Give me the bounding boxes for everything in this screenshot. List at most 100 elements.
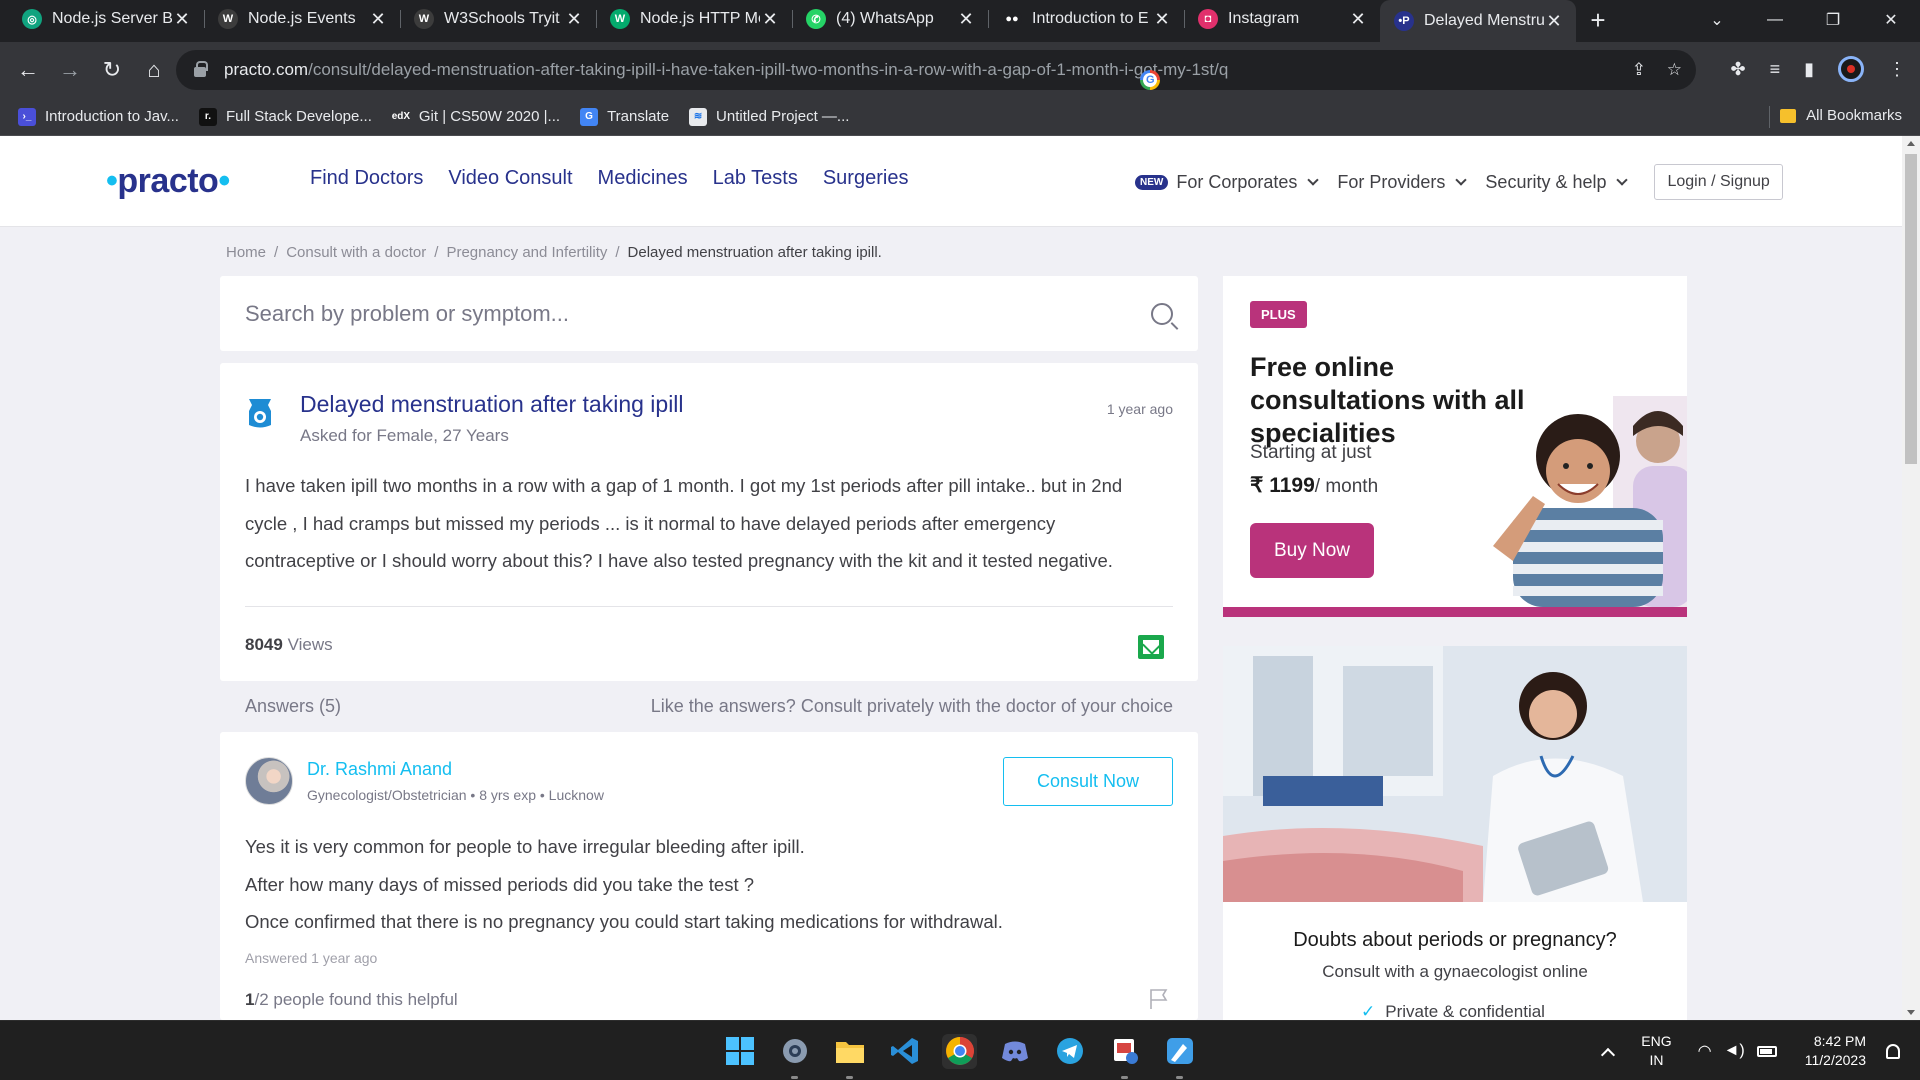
bookmark-label: Untitled Project —... — [716, 108, 850, 125]
bookmark-favicon-icon: edX — [392, 107, 410, 126]
browser-tab[interactable]: ◎ Node.js Server Bl ✕ — [8, 0, 204, 38]
scroll-down-icon[interactable] — [1907, 1010, 1915, 1015]
restore-button[interactable]: ❐ — [1804, 10, 1862, 30]
snipping-tool-icon[interactable] — [1107, 1034, 1142, 1079]
bookmark-item[interactable]: G Translate — [580, 107, 669, 126]
close-tab-icon[interactable]: ✕ — [1152, 9, 1172, 30]
lock-icon[interactable] — [194, 61, 208, 77]
menu-icon[interactable]: ⋮ — [1888, 59, 1906, 80]
nav-surgeries[interactable]: Surgeries — [823, 167, 909, 190]
bookmark-item[interactable]: r. Full Stack Develope... — [198, 107, 372, 126]
nav-security-help[interactable]: Security & help — [1485, 172, 1629, 193]
reload-icon[interactable]: ↻ — [92, 57, 132, 83]
nav-find-doctors[interactable]: Find Doctors — [310, 167, 423, 190]
forward-icon[interactable]: → — [50, 57, 90, 83]
quick-settings[interactable]: ◠ ◄) — [1698, 1041, 1777, 1061]
profile-avatar[interactable] — [1838, 56, 1864, 82]
close-tab-icon[interactable]: ✕ — [1348, 9, 1368, 30]
report-flag-icon[interactable] — [1148, 988, 1170, 1010]
address-bar[interactable]: practo.com/consult/delayed-menstruation-… — [176, 50, 1696, 90]
telegram-icon[interactable] — [1052, 1034, 1087, 1069]
symptom-search-input[interactable] — [245, 300, 1151, 327]
tab-title: Node.js Server Bl — [52, 10, 172, 27]
breadcrumb-consult[interactable]: Consult with a doctor — [286, 244, 426, 261]
browser-tab[interactable]: W W3Schools Tryit ✕ — [400, 0, 596, 38]
bookmarks-bar: ›_ Introduction to Jav... r. Full Stack Dev… — [0, 98, 1920, 136]
answers-count: Answers (5) — [245, 696, 342, 716]
windows-start-icon[interactable] — [722, 1034, 757, 1069]
nav-video-consult[interactable]: Video Consult — [448, 167, 572, 190]
nav-for-corporates[interactable]: NEW For Corporates — [1135, 172, 1320, 193]
close-tab-icon[interactable]: ✕ — [172, 9, 192, 30]
chrome-icon[interactable] — [942, 1033, 977, 1069]
all-bookmarks-button[interactable]: All Bookmarks — [1780, 107, 1902, 124]
close-window-button[interactable]: ✕ — [1862, 10, 1920, 30]
search-icon[interactable] — [1151, 302, 1173, 325]
page-scrollbar[interactable] — [1902, 136, 1920, 1020]
browser-tab[interactable]: ●● Introduction to E ✕ — [988, 0, 1184, 38]
browser-toolbar: ← → ↻ ⌂ practo.com/consult/delayed-menst… — [0, 42, 1920, 98]
google-lens-icon[interactable] — [1140, 70, 1161, 90]
back-icon[interactable]: ← — [8, 57, 48, 83]
bookmark-favicon-icon: ≋ — [689, 107, 708, 126]
home-icon[interactable]: ⌂ — [134, 57, 174, 83]
file-explorer-icon[interactable] — [832, 1034, 867, 1079]
consult-now-button[interactable]: Consult Now — [1003, 757, 1173, 806]
scroll-up-icon[interactable] — [1907, 141, 1915, 146]
discord-icon[interactable] — [997, 1034, 1032, 1069]
paint-icon[interactable] — [1162, 1034, 1197, 1079]
helpful-count: 1/2 people found this helpful — [245, 990, 458, 1010]
browser-tab[interactable]: ◘ Instagram ✕ — [1184, 0, 1380, 38]
close-tab-icon[interactable]: ✕ — [564, 9, 584, 30]
notifications-icon[interactable] — [1886, 1043, 1900, 1059]
bookmark-star-icon[interactable]: ☆ — [1667, 60, 1682, 80]
close-tab-icon[interactable]: ✕ — [956, 9, 976, 30]
extensions-icon[interactable]: ✤ — [1730, 59, 1745, 80]
system-tray: ENG IN ◠ ◄) 8:42 PM 11/2/2023 — [1601, 1021, 1920, 1080]
clock[interactable]: 8:42 PM 11/2/2023 — [1805, 1032, 1866, 1070]
side-panel-icon[interactable]: ▮ — [1804, 59, 1814, 80]
nav-lab-tests[interactable]: Lab Tests — [713, 167, 798, 190]
tab-title: Node.js Events — [248, 10, 356, 27]
nav-for-providers[interactable]: For Providers — [1337, 171, 1468, 193]
tab-title: Introduction to E — [1032, 10, 1149, 27]
email-share-icon[interactable] — [1138, 635, 1164, 659]
show-hidden-icons[interactable] — [1601, 1047, 1616, 1063]
bookmark-item[interactable]: edX Git | CS50W 2020 |... — [392, 107, 560, 126]
vscode-icon[interactable] — [887, 1034, 922, 1069]
doctor-card-bullet: ✓ Private & confidential — [1361, 1002, 1545, 1020]
nav-medicines[interactable]: Medicines — [598, 167, 688, 190]
language-indicator[interactable]: ENG IN — [1641, 1032, 1671, 1070]
doctor-avatar[interactable] — [245, 757, 293, 805]
login-signup-button[interactable]: Login / Signup — [1654, 164, 1783, 200]
scrollbar-thumb[interactable] — [1905, 154, 1917, 464]
url-text: practo.com/consult/delayed-menstruation-… — [224, 60, 1228, 80]
doctor-meta: Gynecologist/Obstetrician • 8 yrs exp • … — [307, 787, 604, 803]
tab-favicon-icon: W — [218, 9, 238, 29]
for-providers-label: For Providers — [1337, 171, 1446, 192]
new-tab-button[interactable]: + — [1576, 5, 1620, 36]
settings-icon[interactable] — [777, 1034, 812, 1079]
breadcrumb-separator: / — [274, 244, 279, 261]
buy-now-button[interactable]: Buy Now — [1250, 523, 1374, 578]
minimize-button[interactable]: — — [1746, 11, 1804, 29]
practo-logo[interactable]: •practo• — [106, 162, 230, 201]
media-control-icon[interactable]: ≡ — [1770, 59, 1781, 80]
browser-tab[interactable]: ✆ (4) WhatsApp ✕ — [792, 0, 988, 38]
breadcrumb-category[interactable]: Pregnancy and Infertility — [446, 244, 607, 261]
browser-tab[interactable]: •P Delayed Menstru ✕ — [1380, 0, 1576, 42]
close-tab-icon[interactable]: ✕ — [760, 9, 780, 30]
bookmark-item[interactable]: ›_ Introduction to Jav... — [18, 107, 179, 126]
answer-line: After how many days of missed periods di… — [245, 873, 755, 895]
bookmark-item[interactable]: ≋ Untitled Project —... — [689, 107, 850, 126]
tab-search-icon[interactable]: ⌄ — [1688, 10, 1746, 30]
browser-tab[interactable]: W Node.js Events ✕ — [204, 0, 400, 38]
browser-tab[interactable]: W Node.js HTTP Mo ✕ — [596, 0, 792, 38]
answer-line: Once confirmed that there is no pregnanc… — [245, 911, 1003, 932]
close-tab-icon[interactable]: ✕ — [368, 9, 388, 30]
tab-favicon-icon: •P — [1394, 11, 1414, 31]
share-icon[interactable]: ⇪ — [1632, 60, 1646, 80]
breadcrumb-home[interactable]: Home — [226, 244, 266, 261]
close-tab-icon[interactable]: ✕ — [1544, 11, 1564, 32]
doctor-name-link[interactable]: Dr. Rashmi Anand — [307, 759, 452, 780]
